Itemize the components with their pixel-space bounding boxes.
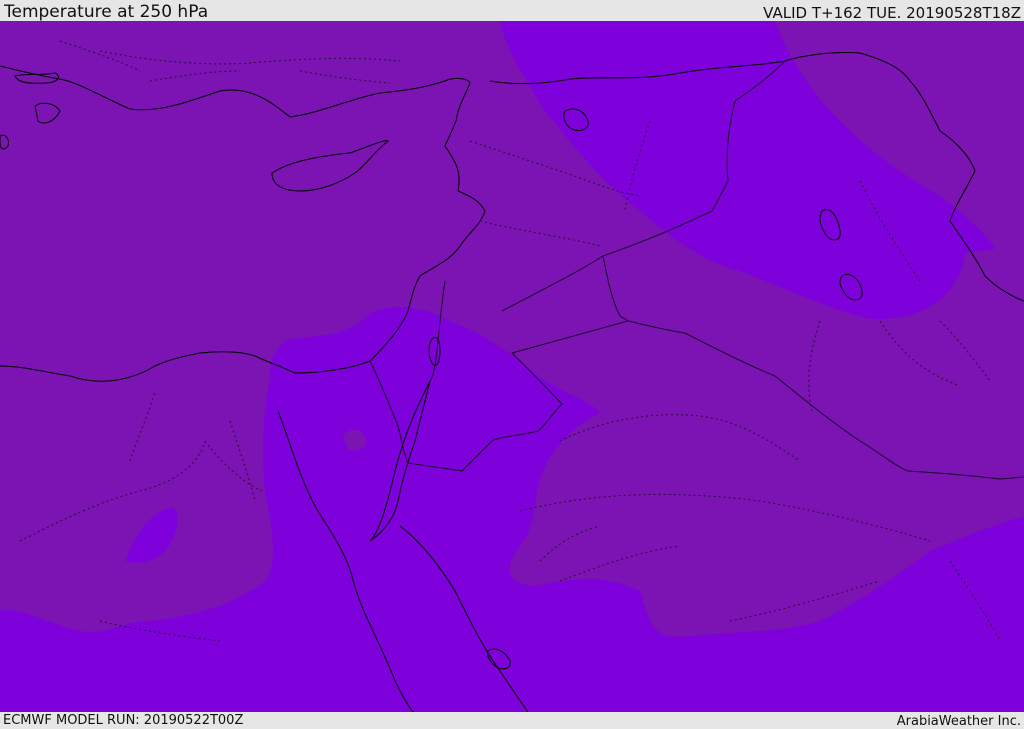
credit-label: ArabiaWeather Inc. [896, 714, 1021, 729]
weather-map[interactable] [0, 21, 1024, 712]
map-frame: Temperature at 250 hPa VALID T+162 TUE. … [0, 0, 1024, 729]
map-canvas [0, 21, 1024, 712]
model-run-label: ECMWF MODEL RUN: 20190522T00Z [3, 713, 244, 728]
footer-bar: ECMWF MODEL RUN: 20190522T00Z ArabiaWeat… [0, 712, 1024, 729]
header-bar: Temperature at 250 hPa VALID T+162 TUE. … [0, 0, 1024, 21]
valid-time-label: VALID T+162 TUE. 20190528T18Z [763, 4, 1021, 22]
map-title: Temperature at 250 hPa [4, 2, 209, 22]
